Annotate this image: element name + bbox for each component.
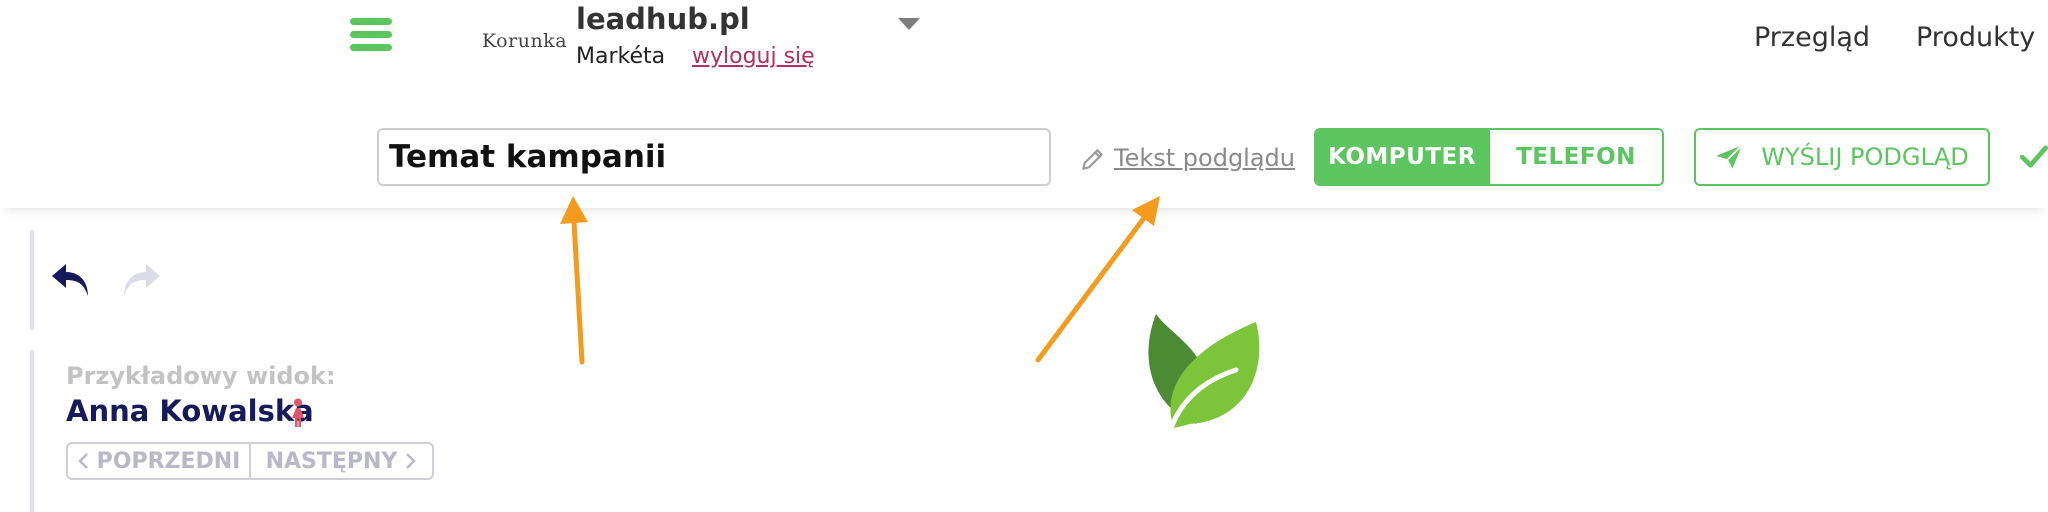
check-icon[interactable] <box>2020 142 2048 170</box>
desktop-view-button[interactable]: KOMPUTER <box>1316 130 1488 184</box>
next-button[interactable]: NASTĘPNY <box>249 444 432 478</box>
annotation-arrows <box>560 196 1160 365</box>
next-label: NASTĘPNY <box>265 448 398 474</box>
campaign-subject-input[interactable] <box>377 128 1051 186</box>
send-preview-button[interactable]: WYŚLIJ PODGLĄD <box>1694 128 1990 186</box>
previous-label: POPRZEDNI <box>96 448 241 474</box>
user-name: Markéta <box>576 44 666 69</box>
panel-divider <box>30 230 34 330</box>
brand-logo: Korunka <box>482 30 568 52</box>
undo-icon[interactable] <box>48 258 94 302</box>
preview-text-link[interactable]: Tekst podglądu <box>1114 144 1295 172</box>
hamburger-icon-bar <box>350 44 392 51</box>
annotation-arrow <box>1035 215 1147 363</box>
chevron-down-icon[interactable] <box>898 18 920 30</box>
previous-button[interactable]: POPRZEDNI <box>68 444 249 478</box>
hamburger-icon <box>350 18 392 25</box>
hamburger-icon-bar <box>350 31 392 38</box>
redo-icon[interactable] <box>118 258 164 302</box>
nav-link-products[interactable]: Produkty <box>1916 22 2035 53</box>
nav-link-overview[interactable]: Przegląd <box>1754 22 1870 53</box>
contact-pager: POPRZEDNI NASTĘPNY <box>66 442 434 480</box>
chevron-left-icon <box>77 453 88 469</box>
chevron-right-icon <box>406 453 417 469</box>
site-name: leadhub.pl <box>576 2 750 36</box>
annotation-arrow <box>571 219 585 365</box>
menu-button[interactable] <box>350 18 392 58</box>
send-preview-label: WYŚLIJ PODGLĄD <box>1761 143 1969 171</box>
send-icon <box>1716 144 1743 169</box>
device-toggle: KOMPUTER TELEFON <box>1314 128 1664 186</box>
sample-view-label: Przykładowy widok: <box>66 362 336 390</box>
contact-name: Anna Kowalska <box>66 394 314 428</box>
pencil-icon <box>1082 149 1103 170</box>
leaf-logo <box>1148 314 1260 429</box>
panel-divider <box>30 350 34 512</box>
female-icon <box>292 398 304 427</box>
logout-link[interactable]: wyloguj się <box>692 44 815 69</box>
mobile-view-button[interactable]: TELEFON <box>1488 130 1662 184</box>
